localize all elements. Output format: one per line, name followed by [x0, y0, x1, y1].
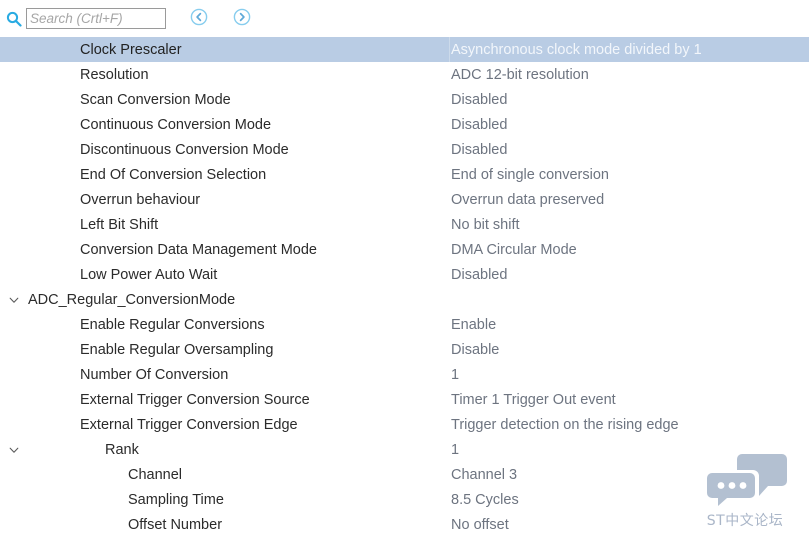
- tree-row-label: Conversion Data Management Mode: [80, 241, 317, 258]
- tree-row-label: ADC_Regular_ConversionMode: [28, 291, 236, 308]
- tree-row-label: Resolution: [80, 66, 149, 83]
- tree-property-row[interactable]: Overrun behaviour Overrun data preserved: [0, 187, 809, 212]
- tree-row-value[interactable]: Timer 1 Trigger Out event: [450, 392, 809, 408]
- tree-row-value[interactable]: Disable: [450, 342, 809, 358]
- tree-property-row[interactable]: External Trigger Conversion Source Timer …: [0, 387, 809, 412]
- tree-row-value[interactable]: 1: [450, 367, 809, 383]
- tree-property-row[interactable]: Number Of Conversion 1: [0, 362, 809, 387]
- tree-row-value[interactable]: Asynchronous clock mode divided by 1: [450, 42, 809, 58]
- tree-row-value[interactable]: Disabled: [450, 142, 809, 158]
- tree-row-label: Offset Number: [128, 516, 223, 533]
- search-previous-button[interactable]: [189, 8, 209, 29]
- tree-row-label: Continuous Conversion Mode: [80, 116, 272, 133]
- chevron-down-icon[interactable]: [6, 437, 22, 462]
- tree-row-label: Rank: [105, 441, 139, 458]
- tree-property-row[interactable]: Offset Number No offset: [0, 512, 809, 537]
- tree-group-row[interactable]: ADC_Regular_ConversionMode: [0, 287, 809, 312]
- tree-row-value[interactable]: Disabled: [450, 92, 809, 108]
- tree-row-label: Overrun behaviour: [80, 191, 201, 208]
- tree-property-row[interactable]: Left Bit Shift No bit shift: [0, 212, 809, 237]
- tree-row-label: Enable Regular Conversions: [80, 316, 265, 333]
- tree-row-value[interactable]: No bit shift: [450, 217, 809, 233]
- tree-row-label: Low Power Auto Wait: [80, 266, 218, 283]
- tree-row-value[interactable]: End of single conversion: [450, 167, 809, 183]
- chevron-left-circle-icon: [190, 8, 208, 29]
- tree-property-row[interactable]: Enable Regular Oversampling Disable: [0, 337, 809, 362]
- tree-row-value[interactable]: Disabled: [450, 117, 809, 133]
- tree-row-value[interactable]: Overrun data preserved: [450, 192, 809, 208]
- tree-row-label: Discontinuous Conversion Mode: [80, 141, 289, 158]
- tree-row-value[interactable]: 8.5 Cycles: [450, 492, 809, 508]
- tree-row-value[interactable]: ADC 12-bit resolution: [450, 67, 809, 83]
- tree-row-label: Channel: [128, 466, 183, 483]
- parameter-tree: Clock Prescaler Asynchronous clock mode d…: [0, 37, 809, 537]
- search-next-button[interactable]: [232, 8, 252, 29]
- search-toolbar: [0, 0, 809, 37]
- tree-row-label: Scan Conversion Mode: [80, 91, 231, 108]
- tree-property-row[interactable]: External Trigger Conversion Edge Trigger …: [0, 412, 809, 437]
- tree-property-row[interactable]: Continuous Conversion Mode Disabled: [0, 112, 809, 137]
- tree-row-label: Clock Prescaler: [80, 41, 182, 58]
- tree-property-row[interactable]: Enable Regular Conversions Enable: [0, 312, 809, 337]
- tree-row-value[interactable]: Channel 3: [450, 467, 809, 483]
- tree-property-row[interactable]: Resolution ADC 12-bit resolution: [0, 62, 809, 87]
- tree-row-value[interactable]: 1: [450, 442, 809, 458]
- tree-property-row[interactable]: Channel Channel 3: [0, 462, 809, 487]
- tree-row-label: Left Bit Shift: [80, 216, 159, 233]
- tree-row-label: Number Of Conversion: [80, 366, 229, 383]
- tree-row-label: End Of Conversion Selection: [80, 166, 267, 183]
- tree-group-row[interactable]: Rank 1: [0, 437, 809, 462]
- search-icon: [5, 10, 23, 28]
- tree-row-value[interactable]: Enable: [450, 317, 809, 333]
- tree-property-row[interactable]: End Of Conversion Selection End of single…: [0, 162, 809, 187]
- tree-property-row[interactable]: Sampling Time 8.5 Cycles: [0, 487, 809, 512]
- tree-row-value[interactable]: No offset: [450, 517, 809, 533]
- tree-row-label: External Trigger Conversion Source: [80, 391, 310, 408]
- tree-row-value[interactable]: Disabled: [450, 267, 809, 283]
- tree-row-value[interactable]: Trigger detection on the rising edge: [450, 417, 809, 433]
- tree-property-row[interactable]: Low Power Auto Wait Disabled: [0, 262, 809, 287]
- tree-property-row[interactable]: Clock Prescaler Asynchronous clock mode d…: [0, 37, 809, 62]
- tree-property-row[interactable]: Conversion Data Management Mode DMA Circu…: [0, 237, 809, 262]
- chevron-down-icon[interactable]: [6, 287, 22, 312]
- search-input[interactable]: [26, 8, 166, 29]
- tree-property-row[interactable]: Scan Conversion Mode Disabled: [0, 87, 809, 112]
- chevron-right-circle-icon: [233, 8, 251, 29]
- tree-row-label: Sampling Time: [128, 491, 224, 508]
- tree-row-label: External Trigger Conversion Edge: [80, 416, 298, 433]
- tree-property-row[interactable]: Discontinuous Conversion Mode Disabled: [0, 137, 809, 162]
- column-divider: [449, 37, 450, 62]
- tree-row-label: Enable Regular Oversampling: [80, 341, 274, 358]
- tree-row-value[interactable]: DMA Circular Mode: [450, 242, 809, 258]
